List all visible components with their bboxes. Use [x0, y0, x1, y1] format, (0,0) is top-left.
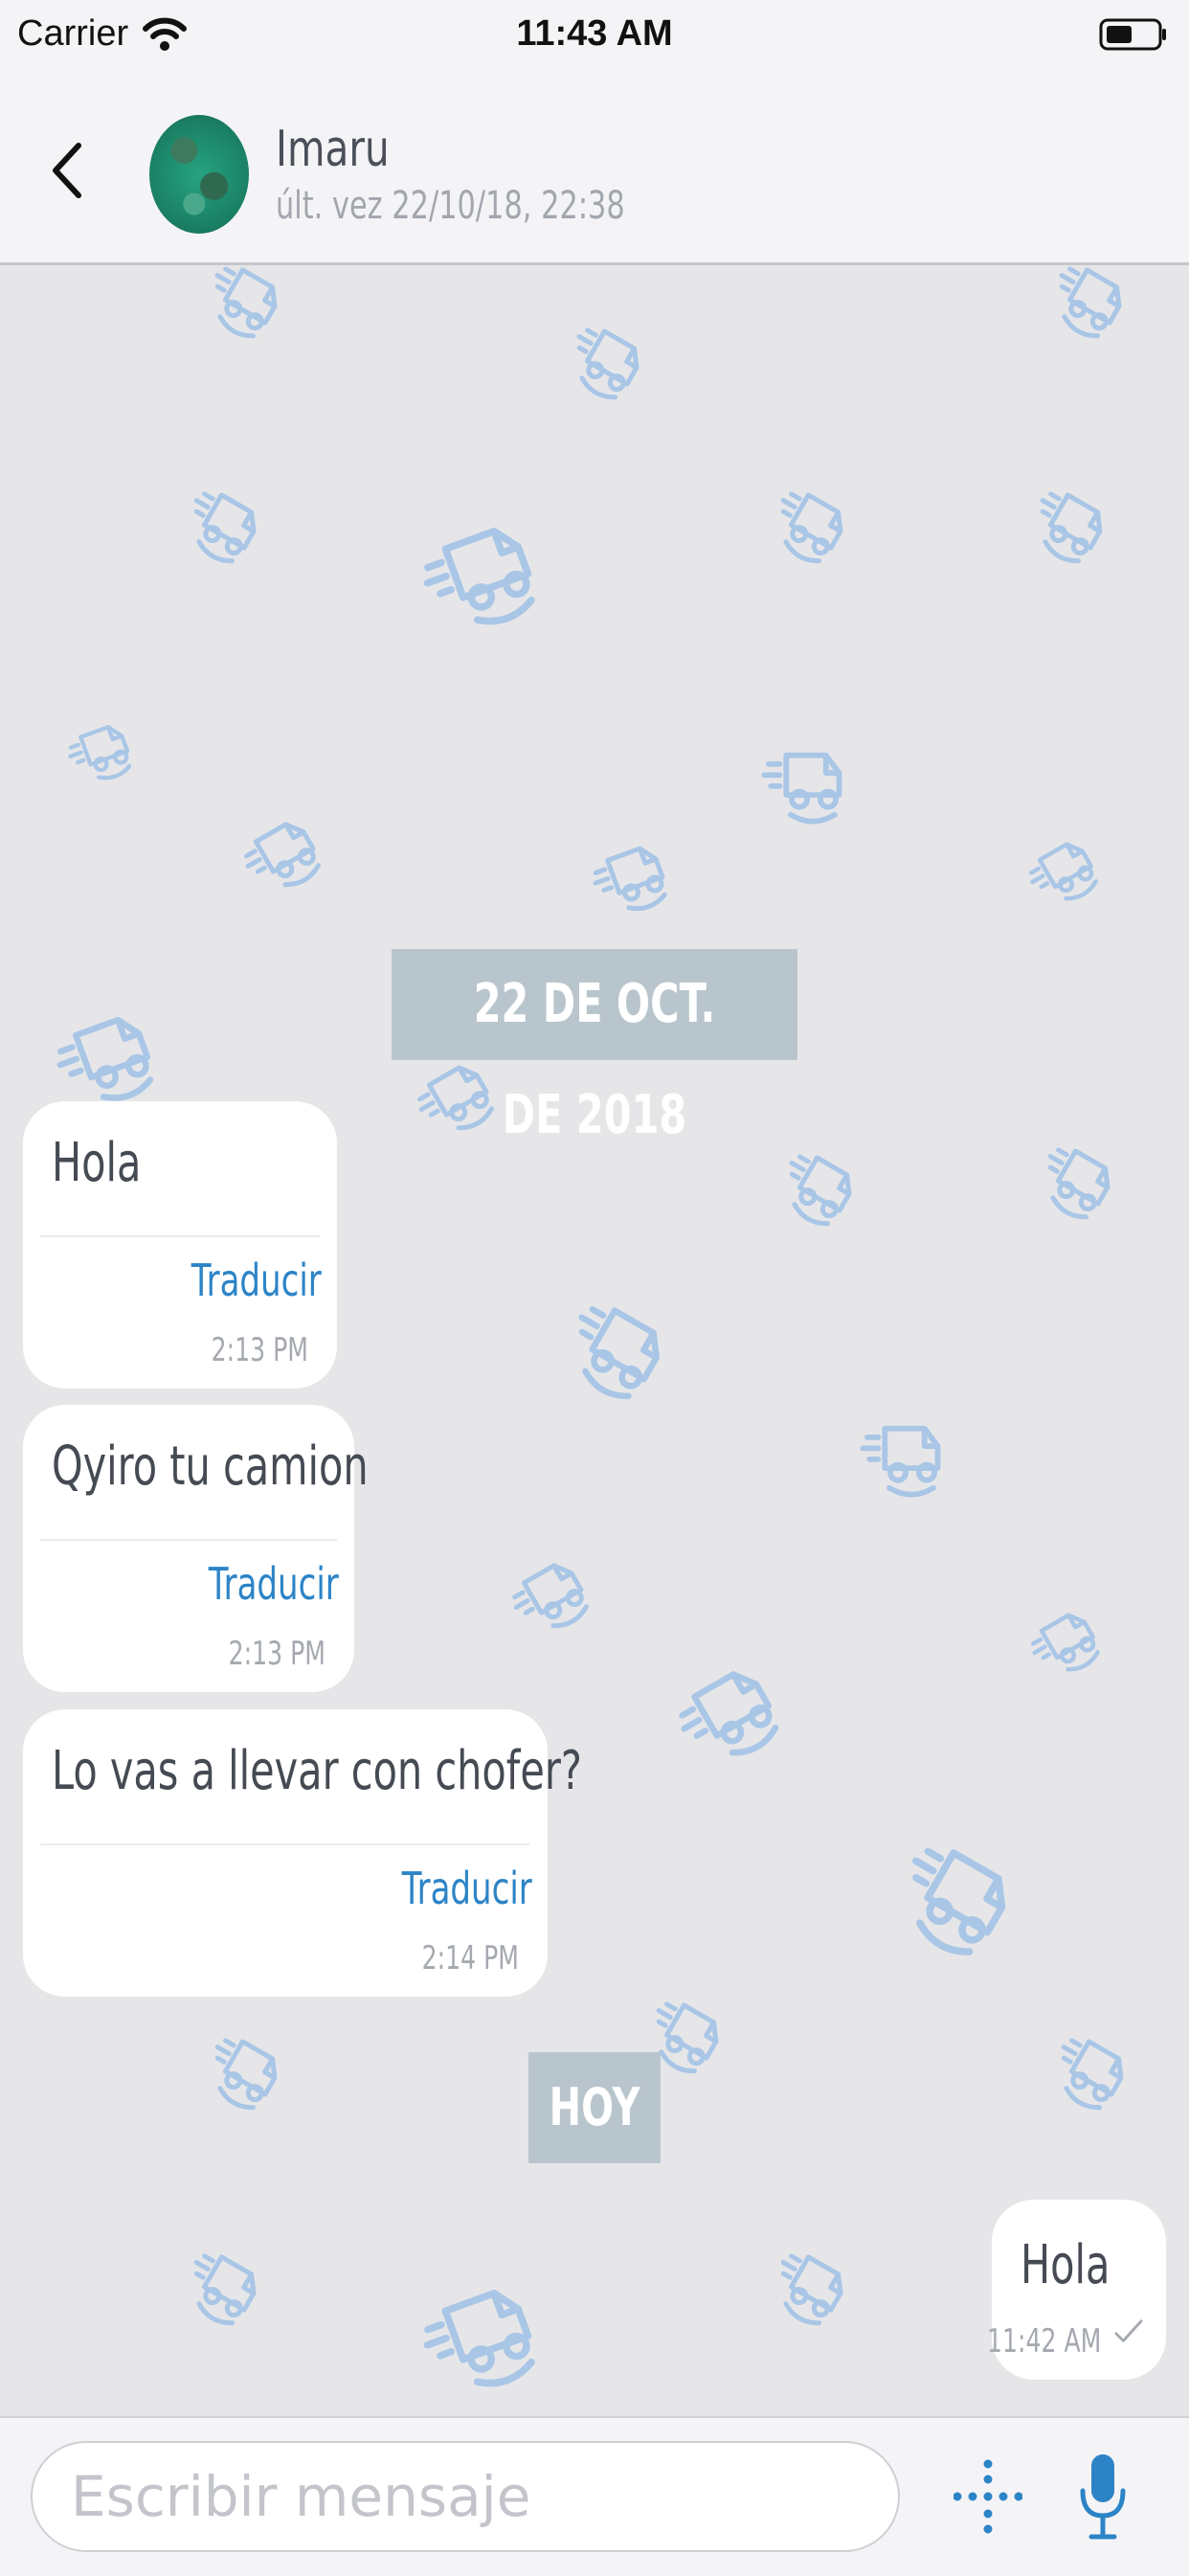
contact-name[interactable]: Imaru — [276, 121, 390, 178]
message-text: Hola — [52, 1132, 142, 1194]
last-seen-status: últ. vez 22/10/18, 22:38 — [276, 184, 625, 228]
message-time: 2:13 PM — [228, 1635, 325, 1673]
date-separator-label: HOY — [549, 2077, 640, 2137]
chat-area: 22 DE OCT. DE 2018 Hola Traducir 2:13 PM… — [0, 265, 1189, 2416]
message-time: 2:14 PM — [421, 1939, 519, 1977]
incoming-message-bubble[interactable]: Qyiro tu camion Traducir 2:13 PM — [23, 1405, 369, 1692]
incoming-message-bubble[interactable]: Lo vas a llevar con chofer? Traducir 2:1… — [23, 1709, 582, 1997]
chat-header: Imaru últ. vez 22/10/18, 22:38 — [0, 77, 1189, 265]
message-text: Lo vas a llevar con chofer? — [52, 1740, 582, 1802]
date-separator-label: 22 DE OCT. DE 2018 — [473, 973, 716, 1146]
message-text: Hola — [1021, 2234, 1110, 2296]
message-time: 11:42 AM — [986, 2322, 1101, 2361]
date-separator: HOY — [528, 2052, 661, 2163]
message-text: Qyiro tu camion — [52, 1435, 369, 1498]
translate-button[interactable]: Traducir — [402, 1863, 532, 1914]
bubble-divider — [40, 1539, 337, 1541]
read-checkmark-icon — [1114, 2319, 1143, 2342]
translate-button[interactable]: Traducir — [191, 1254, 322, 1306]
message-time: 2:13 PM — [211, 1331, 308, 1369]
translate-button[interactable]: Traducir — [209, 1558, 339, 1610]
date-separator: 22 DE OCT. DE 2018 — [392, 949, 797, 1146]
microphone-icon[interactable] — [1078, 2452, 1128, 2541]
bubble-divider — [40, 1843, 530, 1845]
status-bar: Carrier 11:43 AM — [0, 0, 1189, 77]
contact-avatar[interactable] — [149, 115, 249, 234]
battery-icon — [1099, 18, 1166, 51]
message-input[interactable] — [31, 2441, 900, 2552]
outgoing-message-bubble[interactable]: Hola 11:42 AM — [987, 2200, 1166, 2380]
back-chevron-icon[interactable] — [48, 140, 86, 201]
message-composer — [0, 2416, 1189, 2576]
incoming-message-bubble[interactable]: Hola Traducir 2:13 PM — [23, 1101, 337, 1389]
clock: 11:43 AM — [516, 13, 673, 54]
bubble-divider — [40, 1235, 320, 1237]
attach-icon[interactable] — [953, 2458, 1022, 2535]
